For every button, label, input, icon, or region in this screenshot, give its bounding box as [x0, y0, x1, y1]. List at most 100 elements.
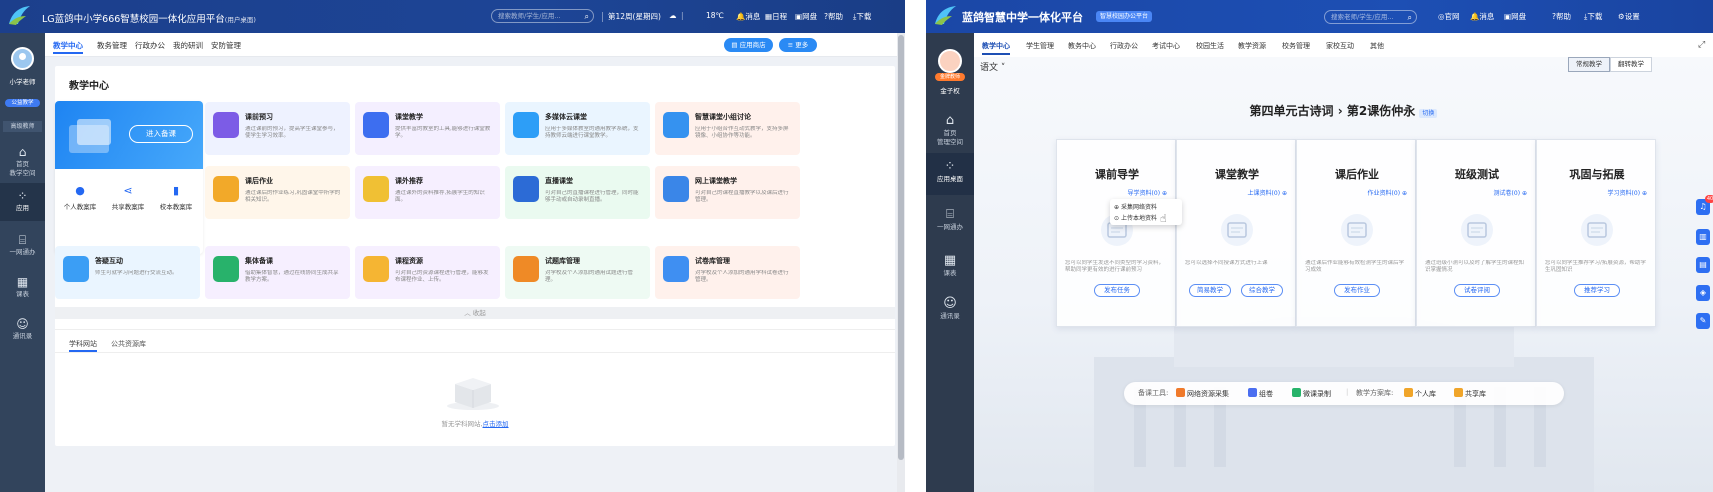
- tile-description: 可对自己的直播课程进行管理，同时能够手动或自动录制直播。: [545, 190, 639, 203]
- menu-item-upload-local[interactable]: ⊙ 上传本地资料: [1114, 213, 1157, 222]
- panel-action-button[interactable]: 发布作业: [1334, 284, 1380, 297]
- add-website-link[interactable]: 点击添加: [483, 420, 509, 428]
- materials-link[interactable]: 作业资料(0) ⊕: [1368, 188, 1407, 197]
- tab-admin[interactable]: 行政办公: [1110, 41, 1138, 51]
- avatar[interactable]: [938, 49, 962, 73]
- tab-exams[interactable]: 考试中心: [1152, 41, 1180, 51]
- tab-academic[interactable]: 教务中心: [1068, 41, 1096, 51]
- personal-library-button[interactable]: 个人库: [1404, 388, 1436, 399]
- enter-prep-button[interactable]: 进入备课: [129, 125, 193, 143]
- fullscreen-icon[interactable]: ⤢: [1698, 40, 1705, 50]
- tile-preview[interactable]: 课前预习 通过课前的预习，提高学生课堂参与，使学生学习效率。: [205, 102, 350, 155]
- web-collect-button[interactable]: 网络资源采集: [1176, 388, 1229, 399]
- tab-other[interactable]: 其他: [1370, 41, 1384, 51]
- search-input[interactable]: 搜索教师/学生/应用... ⌕: [491, 9, 594, 23]
- help-link[interactable]: ?帮助: [1552, 11, 1571, 22]
- micro-lesson-button[interactable]: 微课录制: [1292, 388, 1331, 399]
- app-store-button[interactable]: ▤ 应用商店: [724, 38, 773, 52]
- tile-title: 课前预习: [245, 113, 273, 121]
- panel-action-button[interactable]: 发布任务: [1094, 284, 1140, 297]
- tab-teaching-center[interactable]: 教学中心: [982, 41, 1010, 55]
- tile-online-class[interactable]: 网上课堂教学 可对自己的课程直播教学以及课后进行管理。: [655, 166, 800, 219]
- website-link[interactable]: ◎官网: [1438, 11, 1460, 22]
- message-link[interactable]: 🔔消息: [736, 11, 760, 22]
- shield-icon[interactable]: ◈: [1696, 285, 1710, 301]
- download-link[interactable]: ⤓下载: [853, 11, 871, 22]
- sidebar-item-schedule[interactable]: ▦ 课表: [0, 271, 45, 305]
- sidebar-item-contacts[interactable]: ☺ 通讯录: [926, 290, 974, 328]
- tile-group-prep[interactable]: 集体备课 借助集体智慧，通过在线协同生成共享教学方案。: [205, 246, 350, 299]
- scrollbar[interactable]: [897, 33, 905, 492]
- tab-teaching-center[interactable]: 教学中心: [53, 40, 83, 54]
- tile-group-discussion[interactable]: 智慧课堂小组讨论 应用于小组合作互动式教学，支持多屏镜像、小组协作等功能。: [655, 102, 800, 155]
- settings-link[interactable]: ⚙设置: [1618, 11, 1640, 22]
- tile-live[interactable]: 直播课堂 可对自己的直播课程进行管理，同时能够手动或自动录制直播。: [505, 166, 650, 219]
- tile-classroom[interactable]: 课堂教学 提供丰富的教室的工具,能够进行课堂教学。: [355, 102, 500, 155]
- switch-lesson-button[interactable]: 切换: [1419, 109, 1438, 118]
- disk-link[interactable]: ▣网盘: [1504, 11, 1526, 22]
- tab-training[interactable]: 我的研训: [173, 40, 203, 51]
- tile-question-bank[interactable]: 试题库管理 对学校及个人添加的通用试题进行管理。: [505, 246, 650, 299]
- sidebar-item-home[interactable]: ⌂ 首页 管理空间: [926, 109, 974, 147]
- panel-action-button[interactable]: 简易教学: [1189, 284, 1231, 297]
- materials-link[interactable]: 导学资料(0) ⊕: [1128, 188, 1167, 197]
- school-plan-library[interactable]: ▮ 校本教案库: [153, 184, 199, 211]
- schedule-link[interactable]: ▦日程: [765, 11, 787, 22]
- sidebar-item-home[interactable]: ⌂ 首页 教学空间: [0, 141, 45, 181]
- sidebar-item-service[interactable]: ⌸ 一网通办: [926, 201, 974, 241]
- sidebar-item-apps[interactable]: ⁘ 应用桌面: [926, 153, 974, 195]
- sidebar-item-service[interactable]: ⌸ 一网通办: [0, 227, 45, 265]
- weather-icon: ☁: [669, 11, 677, 20]
- tab-subject-websites[interactable]: 学科网站: [69, 339, 97, 352]
- tile-recommend[interactable]: 课外推荐 通过课外的资料推荐,拓展学生的知识面。: [355, 166, 500, 219]
- materials-link[interactable]: 测试卷(0) ⊕: [1494, 188, 1527, 197]
- shared-library-button[interactable]: 共享库: [1454, 388, 1486, 399]
- globe-icon: ⊕: [1114, 204, 1121, 211]
- sidebar-item-apps[interactable]: ⁘ 应用: [0, 183, 45, 221]
- sidebar-item-schedule[interactable]: ▦ 课表: [926, 247, 974, 285]
- tile-paper-bank[interactable]: 试卷库管理 对学校及个人添加的通用学科试卷进行管理。: [655, 246, 800, 299]
- tab-security[interactable]: 安防管理: [211, 40, 241, 51]
- subject-select[interactable]: 语文 ˅: [980, 60, 1005, 73]
- avatar[interactable]: [11, 47, 34, 70]
- download-link[interactable]: ⤓下载: [1584, 11, 1602, 22]
- tab-resources[interactable]: 教学资源: [1238, 41, 1266, 51]
- panel-action-button[interactable]: 推荐学习: [1574, 284, 1620, 297]
- chart-icon[interactable]: ▥: [1696, 229, 1710, 245]
- materials-link[interactable]: 上课资料(0) ⊕: [1248, 188, 1287, 197]
- help-link[interactable]: ?帮助: [824, 11, 843, 22]
- menu-item-collect-web[interactable]: ⊕ 采集网络资料: [1114, 202, 1157, 211]
- edit-icon[interactable]: ✎: [1696, 313, 1710, 329]
- personal-plan-library[interactable]: ● 个人教案库: [57, 184, 103, 211]
- sidebar-item-contacts[interactable]: ☺ 通讯录: [0, 313, 45, 347]
- add-icon: ⊕: [1161, 190, 1167, 197]
- tab-campus-life[interactable]: 校园生活: [1196, 41, 1224, 51]
- more-button[interactable]: ≡ 更多: [779, 38, 817, 52]
- shared-plan-library[interactable]: ⋖ 共享教案库: [105, 184, 151, 211]
- tab-academic[interactable]: 教务管理: [97, 40, 127, 51]
- user-name: 金子权: [940, 87, 960, 95]
- tile-homework[interactable]: 课后作业 通过课后的作业练习,巩固课堂中所学的相关知识。: [205, 166, 350, 219]
- collapse-toggle[interactable]: ︿ 收起: [55, 307, 895, 319]
- document-icon[interactable]: ▤: [1696, 257, 1710, 273]
- scrollbar-thumb[interactable]: [898, 35, 904, 460]
- notification-badge: 40: [1705, 195, 1713, 203]
- tab-admin[interactable]: 行政办公: [135, 40, 165, 51]
- tab-home-school[interactable]: 家校互动: [1326, 41, 1354, 51]
- tile-resources[interactable]: 课程资源 可对自己的资源课程进行管理，能够发布课程作业、上传。: [355, 246, 500, 299]
- contacts-icon: ☺: [16, 317, 29, 331]
- tile-cloud-classroom[interactable]: 多媒体云课堂 应用于多媒体教室的通用教学系统，支持教师云端进行课堂教学。: [505, 102, 650, 155]
- compose-paper-button[interactable]: 组卷: [1248, 388, 1273, 399]
- tile-qa[interactable]: 答疑互动 师生可就学习问题进行交流互动。: [55, 246, 200, 299]
- tab-students[interactable]: 学生管理: [1026, 41, 1054, 51]
- mode-flipped-button[interactable]: 翻转教学: [1610, 57, 1652, 72]
- mode-regular-button[interactable]: 常规教学: [1568, 57, 1610, 72]
- disk-link[interactable]: ▣网盘: [795, 11, 817, 22]
- tab-public-resources[interactable]: 公共资源库: [111, 339, 146, 349]
- panel-action-button[interactable]: 试卷评阅: [1454, 284, 1500, 297]
- search-input[interactable]: 搜索老师/学生/应用... ⌕: [1324, 10, 1417, 24]
- tab-school-affairs[interactable]: 校务管理: [1282, 41, 1310, 51]
- materials-link[interactable]: 学习资料(0) ⊕: [1608, 188, 1647, 197]
- message-link[interactable]: 🔔消息: [1470, 11, 1494, 22]
- panel-action-button[interactable]: 综合教学: [1241, 284, 1283, 297]
